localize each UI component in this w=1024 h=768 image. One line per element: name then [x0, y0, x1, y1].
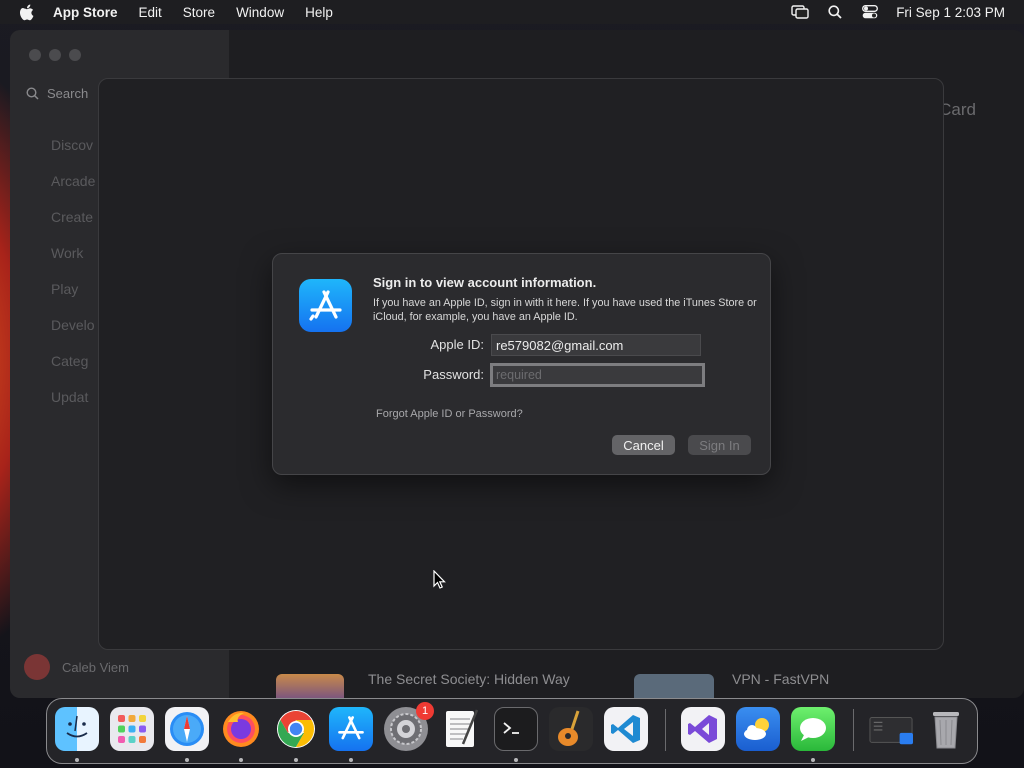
firefox-icon[interactable] [219, 707, 263, 751]
cancel-button[interactable]: Cancel [612, 435, 675, 455]
sidebar-item-create[interactable]: Create [51, 209, 93, 225]
running-indicator [185, 758, 189, 762]
running-indicator [811, 758, 815, 762]
sidebar-item-arcade[interactable]: Arcade [51, 173, 95, 189]
running-indicator [514, 758, 518, 762]
sidebar-item-categories[interactable]: Categ [51, 353, 88, 369]
sidebar-account[interactable]: Caleb Viem [24, 654, 129, 680]
menu-edit[interactable]: Edit [139, 5, 162, 20]
vscode-icon[interactable] [604, 707, 648, 751]
messages-icon[interactable] [791, 707, 835, 751]
safari-icon[interactable] [165, 707, 209, 751]
sidebar-item-play[interactable]: Play [51, 281, 78, 297]
visual-studio-icon[interactable] [681, 707, 725, 751]
trash-icon[interactable] [924, 707, 968, 751]
window-controls [29, 49, 81, 61]
password-field[interactable] [490, 363, 705, 387]
sign-in-dialog: Sign in to view account information. If … [272, 253, 771, 475]
terminal-icon[interactable] [494, 707, 538, 751]
main-card-heading: Card [939, 100, 976, 119]
app-title[interactable]: The Secret Society: Hidden Way [368, 671, 570, 687]
menubar-clock[interactable]: Fri Sep 1 2:03 PM [896, 5, 1005, 20]
apple-id-label: Apple ID: [430, 337, 484, 352]
close-window-button[interactable] [29, 49, 41, 61]
zoom-window-button[interactable] [69, 49, 81, 61]
search-icon [26, 87, 39, 100]
dock-separator [853, 709, 854, 751]
notification-badge: 1 [416, 702, 434, 720]
running-indicator [349, 758, 353, 762]
dialog-title: Sign in to view account information. [373, 275, 597, 290]
mouse-cursor-icon [433, 569, 447, 595]
account-name: Caleb Viem [62, 659, 129, 675]
sidebar-item-work[interactable]: Work [51, 245, 83, 261]
screen-mirroring-icon[interactable] [791, 4, 809, 20]
sidebar-search[interactable]: Search [26, 86, 88, 101]
running-indicator [294, 758, 298, 762]
menu-window[interactable]: Window [236, 5, 284, 20]
app-title[interactable]: VPN - FastVPN [732, 671, 829, 687]
dock: 1 [46, 698, 978, 764]
garageband-icon[interactable] [549, 707, 593, 751]
app-store-icon [299, 279, 352, 332]
weather-icon[interactable] [736, 707, 780, 751]
search-placeholder: Search [47, 86, 89, 101]
running-indicator [239, 758, 243, 762]
dialog-message: If you have an Apple ID, sign in with it… [373, 297, 757, 323]
menu-bar: App Store Edit Store Window Help Fri Sep… [0, 0, 1024, 24]
sidebar-item-develop[interactable]: Develo [51, 317, 95, 333]
sidebar-item-updates[interactable]: Updat [51, 389, 88, 405]
app-thumbnail[interactable] [634, 674, 714, 698]
sign-in-button[interactable]: Sign In [688, 435, 751, 455]
password-label: Password: [423, 367, 484, 382]
sidebar-item-discover[interactable]: Discov [51, 137, 93, 153]
apple-menu-icon[interactable] [19, 4, 35, 21]
app-store-icon[interactable] [329, 707, 373, 751]
downloads-folder-icon[interactable] [869, 707, 913, 751]
avatar [24, 654, 50, 680]
app-thumbnail[interactable] [276, 674, 344, 698]
spotlight-search-icon[interactable] [826, 4, 844, 20]
menu-store[interactable]: Store [183, 5, 215, 20]
launchpad-icon[interactable] [110, 707, 154, 751]
control-center-icon[interactable] [861, 4, 879, 20]
menu-app-name[interactable]: App Store [53, 5, 118, 20]
apple-id-field[interactable] [491, 334, 701, 356]
chrome-icon[interactable] [274, 707, 318, 751]
dock-separator [665, 709, 666, 751]
system-settings-icon[interactable]: 1 [384, 702, 434, 751]
minimize-window-button[interactable] [49, 49, 61, 61]
running-indicator [75, 758, 79, 762]
menu-help[interactable]: Help [305, 5, 333, 20]
textedit-icon[interactable] [439, 707, 483, 751]
forgot-password-link[interactable]: Forgot Apple ID or Password? [376, 408, 523, 420]
finder-icon[interactable] [55, 707, 99, 751]
